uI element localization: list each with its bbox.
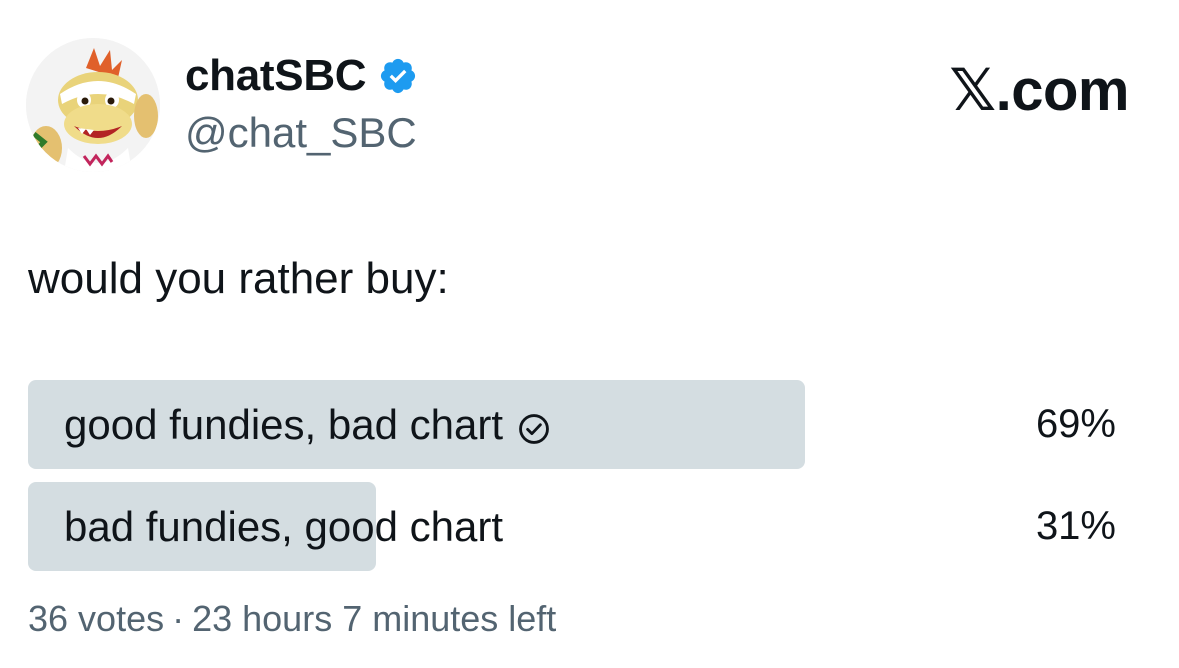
avatar[interactable]: [26, 38, 160, 172]
avatar-image: [26, 38, 160, 172]
poll-meta-separator: ·: [172, 598, 185, 639]
poll-vote-count: 36 votes: [28, 598, 165, 639]
poll-option-2-label: bad fundies, good chart: [64, 502, 503, 550]
verified-badge-icon: [378, 56, 418, 96]
poll-option-2-label-group: bad fundies, good chart: [64, 482, 503, 571]
poll-meta: 36 votes · 23 hours 7 minutes left: [28, 596, 556, 642]
poll-option-2-percent: 31%: [1035, 504, 1116, 548]
author-name-row[interactable]: chatSBC: [185, 50, 418, 102]
poll-option-1-label: good fundies, bad chart: [64, 400, 503, 448]
poll-option-1[interactable]: good fundies, bad chart 69%: [28, 380, 1118, 469]
tweet-card: chatSBC @chat_SBC 𝕏.com would you rather…: [0, 0, 1179, 668]
poll-time-left: 23 hours 7 minutes left: [192, 598, 557, 639]
author-handle[interactable]: @chat_SBC: [185, 108, 417, 158]
poll-option-1-percent: 69%: [1035, 402, 1116, 446]
check-circle-icon: [517, 408, 551, 444]
author-display-name[interactable]: chatSBC: [185, 50, 367, 102]
tweet-text: would you rather buy:: [28, 254, 449, 303]
poll-option-1-label-group: good fundies, bad chart: [64, 380, 551, 469]
poll-option-2[interactable]: bad fundies, good chart 31%: [28, 482, 1118, 571]
x-com-logo: 𝕏.com: [949, 58, 1129, 123]
